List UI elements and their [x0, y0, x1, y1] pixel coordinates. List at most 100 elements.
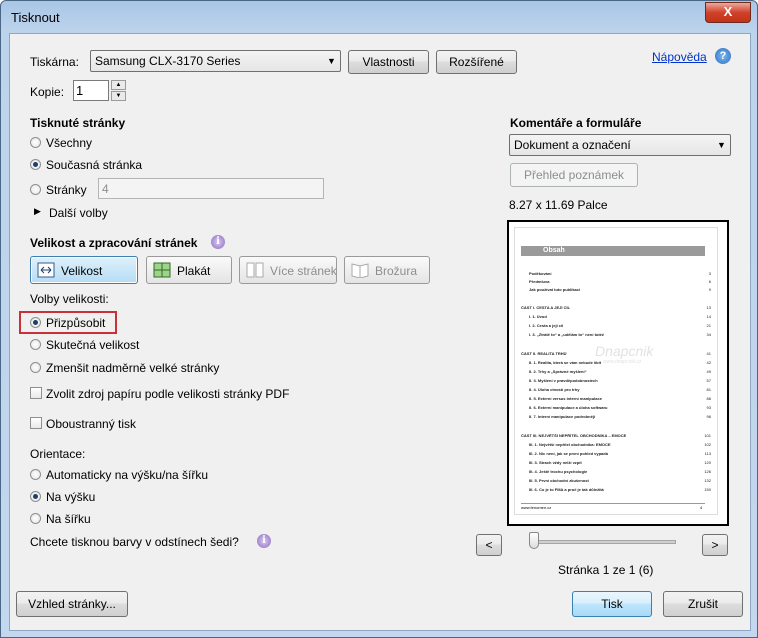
preview-toc-text: ČÁST III. NEJVĚTŠÍ NEPŘÍTEL OBCHODNÍKA –…: [521, 434, 627, 438]
preview-heading: Obsah: [543, 247, 565, 254]
pages-current-radio[interactable]: [30, 159, 41, 170]
preview-toc-text: III. 1. Největší nepřítel obchodníka: EM…: [529, 443, 611, 447]
info-icon[interactable]: i: [211, 235, 225, 249]
multiple-pages-button[interactable]: Více stránek: [239, 256, 337, 284]
orientation-auto-radio[interactable]: [30, 469, 41, 480]
info-icon[interactable]: i: [257, 534, 271, 548]
print-button[interactable]: Tisk: [572, 591, 652, 617]
preview-toc-text: I. 1. Úvod: [529, 315, 547, 319]
orientation-portrait-radio[interactable]: [30, 491, 41, 502]
size-options-label: Volby velikosti:: [30, 292, 109, 306]
preview-toc-text: II. 6. Externí manipulace a úloha softwa…: [529, 406, 608, 410]
copies-input[interactable]: 1: [73, 80, 109, 101]
triangle-right-icon[interactable]: ▶: [34, 206, 41, 217]
fit-radio[interactable]: [30, 317, 41, 328]
preview-toc-text: Poděkování: [529, 272, 552, 276]
pages-all-label[interactable]: Všechny: [46, 136, 92, 150]
size-button[interactable]: Velikost: [30, 256, 138, 284]
page-setup-button[interactable]: Vzhled stránky...: [16, 591, 128, 617]
preview-toc-text: III. 4. Ještě trochu psychologie: [529, 470, 588, 474]
actual-size-radio[interactable]: [30, 339, 41, 350]
copies-down-arrow-icon[interactable]: ▼: [111, 91, 126, 101]
fit-label[interactable]: Přizpůsobit: [46, 316, 105, 330]
preview-toc-page: 132: [704, 479, 711, 483]
preview-toc-line: II. 3. Myšlení v pravděpodobnostech 57: [521, 379, 711, 383]
preview-toc-page: 126: [704, 470, 711, 474]
shrink-label[interactable]: Zmenšit nadměrně velké stránky: [46, 361, 219, 375]
chevron-down-icon: ▼: [327, 56, 336, 66]
preview-toc-line: II. 4. Úloha ctností pro trhy 81: [521, 388, 711, 392]
pages-range-input[interactable]: 4: [98, 178, 324, 199]
preview-toc-page: 120: [704, 461, 711, 465]
preview-toc-page: 150: [704, 488, 711, 492]
preview-toc-line: III. 1. Největší nepřítel obchodníka: EM…: [521, 443, 711, 447]
print-dialog-window: Tisknout X Tiskárna: Samsung CLX-3170 Se…: [0, 0, 758, 638]
grayscale-question: Chcete tisknou barvy v odstínech šedi?: [30, 535, 239, 549]
paper-source-label[interactable]: Zvolit zdroj papíru podle velikosti strá…: [46, 387, 289, 401]
booklet-icon: [351, 263, 369, 278]
orientation-portrait-label[interactable]: Na výšku: [46, 490, 95, 504]
preview-toc-page: 101: [704, 434, 711, 438]
preview-toc-line: III. 2. Nic není, jak se první pohled vy…: [521, 452, 711, 456]
help-icon[interactable]: ?: [715, 48, 731, 64]
page-slider-track[interactable]: [530, 540, 676, 544]
preview-toc-line: II. 7. Interní manipulace podrobněji 96: [521, 415, 711, 419]
page-slider-thumb[interactable]: [529, 532, 539, 549]
copies-up-arrow-icon[interactable]: ▲: [111, 80, 126, 90]
pages-current-label[interactable]: Současná stránka: [46, 158, 142, 172]
copies-value: 1: [76, 83, 84, 98]
preview-toc-text: Jak používat tuto publikaci: [529, 288, 581, 292]
resize-arrows-icon: [37, 262, 55, 278]
duplex-label[interactable]: Oboustranný tisk: [46, 417, 136, 431]
preview-page: Obsah Poděkování 3 Předmluva 6 Jak používat …: [515, 228, 717, 514]
pages-range-value: 4: [102, 182, 109, 196]
cancel-button[interactable]: Zrušit: [663, 591, 743, 617]
shrink-radio[interactable]: [30, 362, 41, 373]
chevron-down-icon: ▼: [717, 140, 726, 150]
preview-toc-text: II. 2. Trhy a „Správné myšlení“: [529, 370, 587, 374]
preview-toc-line: Jak používat tuto publikaci 9: [521, 288, 711, 292]
preview-toc-line: ČÁST I. CESTA A JEJÍ CÍL 13: [521, 306, 711, 310]
pages-range-label[interactable]: Stránky: [46, 183, 87, 197]
preview-toc-page: 34: [706, 333, 711, 337]
multiple-pages-button-label: Více stránek: [270, 264, 337, 278]
more-options-label[interactable]: Další volby: [49, 206, 108, 220]
preview-heading-bar: Obsah: [521, 246, 705, 256]
orientation-landscape-label[interactable]: Na šířku: [46, 512, 91, 526]
preview-toc-line: III. 5. První obchodní zkušenost 132: [521, 479, 711, 483]
preview-toc-text: III. 2. Nic není, jak se první pohled vy…: [529, 452, 608, 456]
orientation-auto-label[interactable]: Automaticky na výšku/na šířku: [46, 468, 208, 482]
pages-range-radio[interactable]: [30, 184, 41, 195]
preview-watermark-url: www.dnapcnik.cz: [603, 359, 642, 365]
advanced-button[interactable]: Rozšířené: [436, 50, 517, 74]
close-button[interactable]: X: [705, 2, 751, 23]
preview-toc-line: III. 3. Strach vždy nelží vzpít 120: [521, 461, 711, 465]
summarize-comments-button[interactable]: Přehled poznámek: [510, 163, 638, 187]
help-link[interactable]: Nápověda: [652, 50, 707, 64]
pages-all-radio[interactable]: [30, 137, 41, 148]
paper-source-checkbox[interactable]: [30, 387, 42, 399]
poster-grid-icon: [153, 262, 171, 278]
title-bar[interactable]: Tisknout X: [1, 1, 757, 33]
preview-toc-text: III. 5. První obchodní zkušenost: [529, 479, 589, 483]
actual-size-label[interactable]: Skutečná velikost: [46, 338, 139, 352]
poster-button-label: Plakát: [177, 264, 211, 278]
booklet-button-label: Brožura: [375, 264, 418, 278]
printer-select[interactable]: Samsung CLX-3170 Series ▼: [90, 50, 341, 72]
properties-button[interactable]: Vlastnosti: [348, 50, 429, 74]
preview-toc-page: 81: [706, 388, 711, 392]
preview-toc-line: II. 5. Externí versus interní manipulace…: [521, 397, 711, 401]
preview-toc-text: II. 7. Interní manipulace podrobněji: [529, 415, 596, 419]
booklet-button[interactable]: Brožura: [344, 256, 430, 284]
preview-toc-page: 57: [706, 379, 711, 383]
poster-button[interactable]: Plakát: [146, 256, 232, 284]
comments-select[interactable]: Dokument a označení ▼: [509, 134, 731, 156]
preview-toc-text: I. 3. „Ztrátě to“ a „udělám to“ není tot…: [529, 333, 604, 337]
preview-watermark: Dnapcnik: [595, 343, 654, 359]
previous-page-button[interactable]: <: [476, 534, 502, 556]
size-button-label: Velikost: [61, 264, 103, 278]
next-page-button[interactable]: >: [702, 534, 728, 556]
preview-toc-text: II. 5. Externí versus interní manipulace: [529, 397, 602, 401]
orientation-landscape-radio[interactable]: [30, 513, 41, 524]
duplex-checkbox[interactable]: [30, 417, 42, 429]
